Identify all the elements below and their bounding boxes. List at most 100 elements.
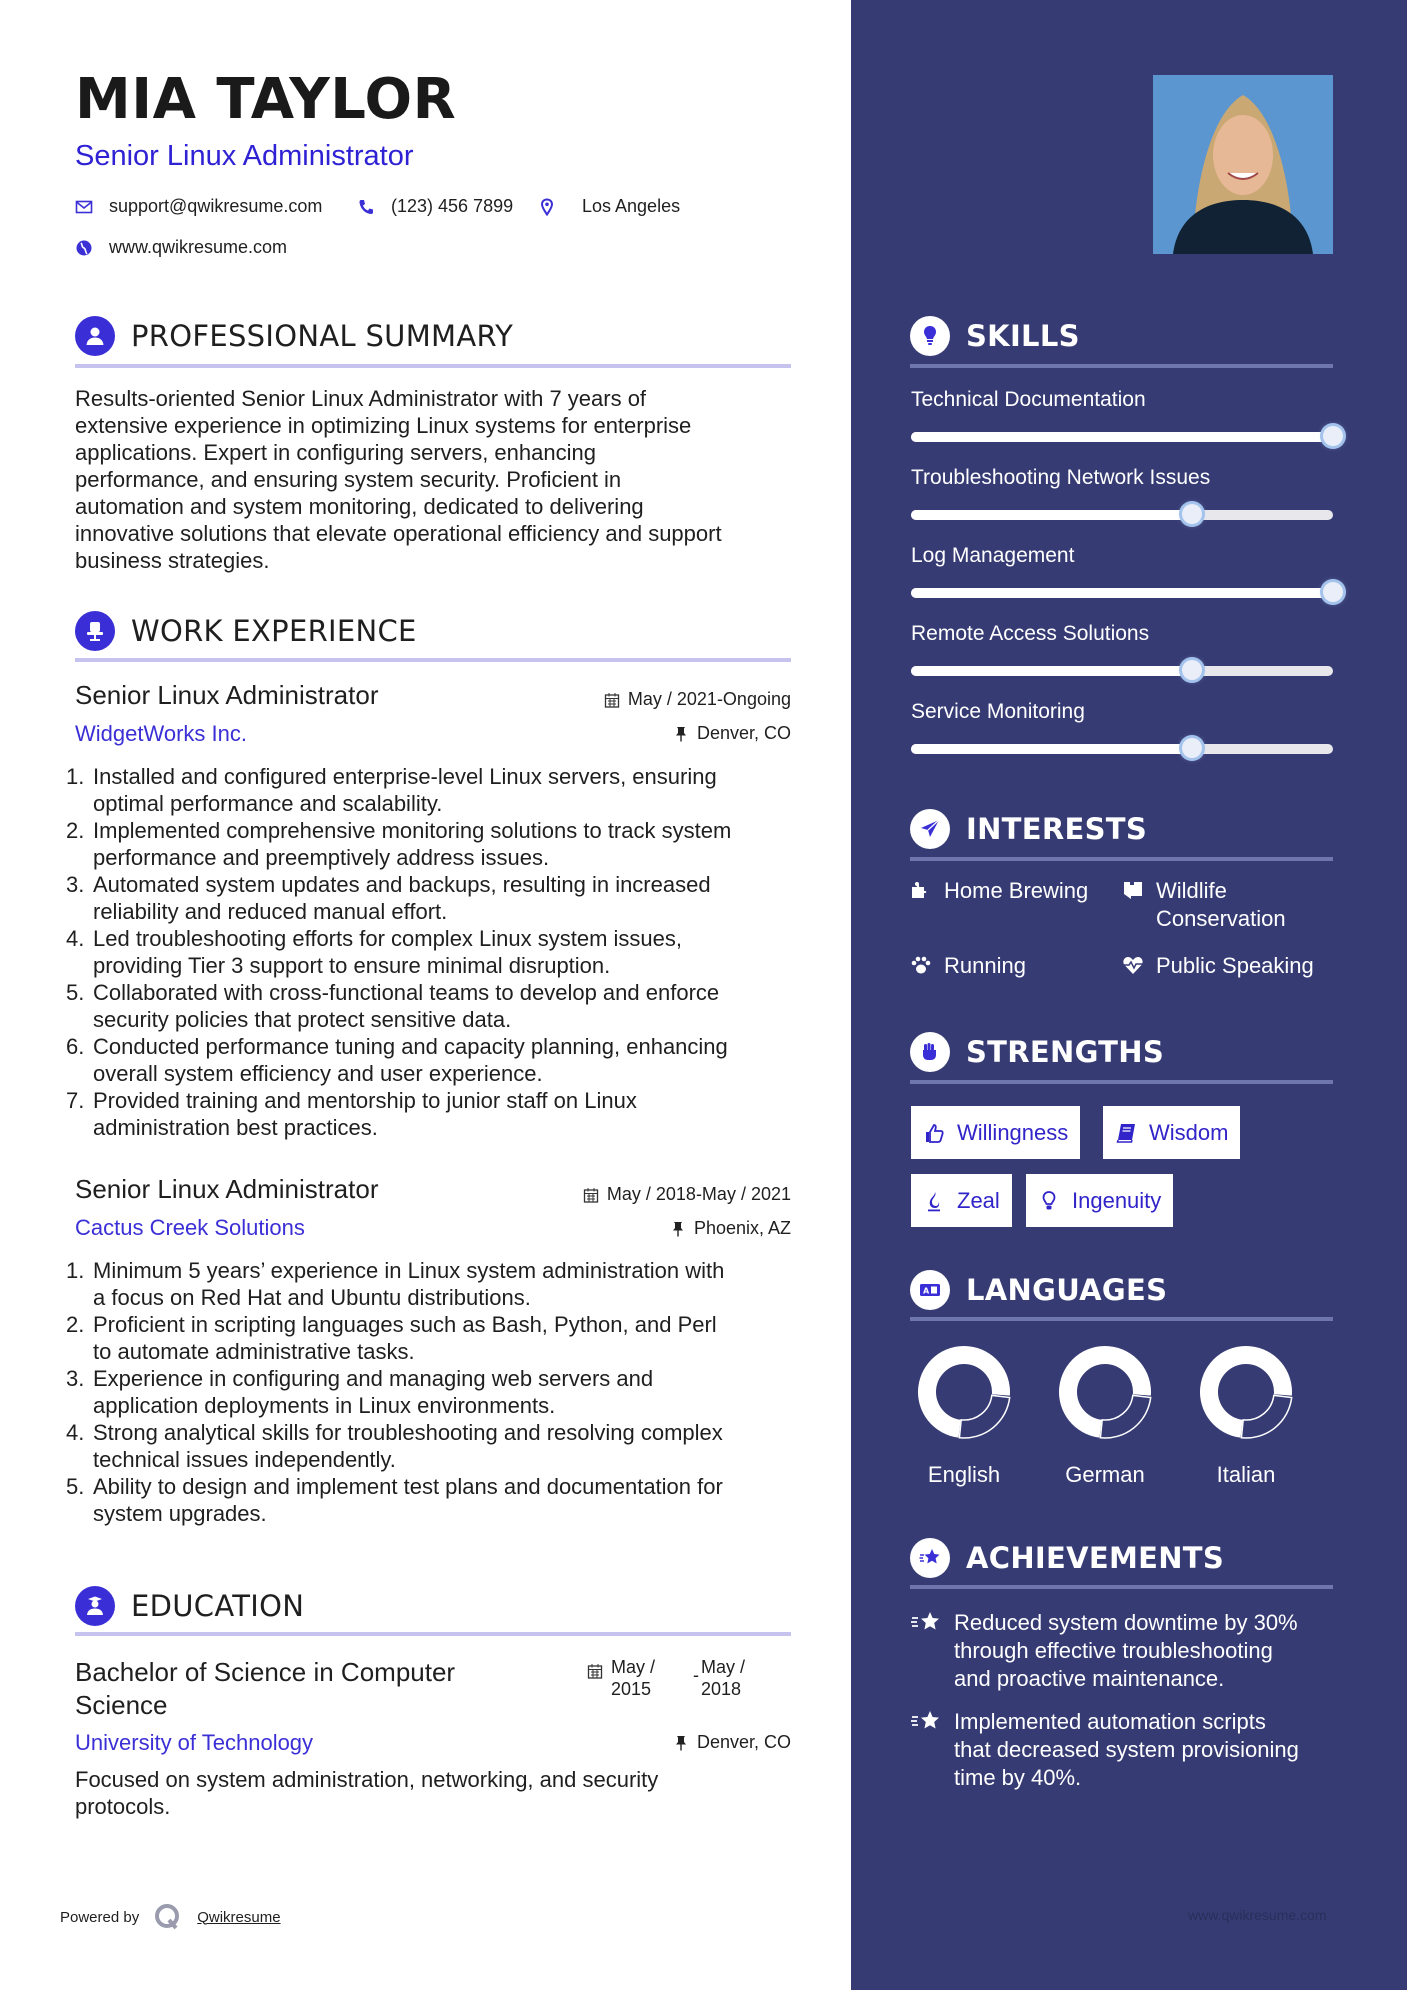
duty-item: 4. Led troubleshooting efforts for comple…	[66, 926, 683, 978]
job-dates: May / 2018-May / 2021	[583, 1184, 791, 1205]
duty-item: 4. Strong analytical skills for troublesh…	[66, 1420, 723, 1472]
language-donut	[1200, 1346, 1293, 1439]
slider-fill	[911, 588, 1333, 598]
fire-icon	[928, 1191, 940, 1211]
candidate-title: Senior Linux Administrator	[75, 140, 414, 172]
powered-by-text: Powered by	[60, 1908, 140, 1926]
job-duties-list: 1. Minimum 5 years’ experience in Linux s…	[66, 1257, 796, 1527]
email-text: support@qwikresume.com	[109, 196, 323, 216]
language-item: Italian	[1186, 1344, 1306, 1488]
book-icon	[1116, 1123, 1135, 1143]
paper-plane-icon	[910, 809, 950, 849]
skill-slider[interactable]	[911, 582, 1343, 602]
skill-label: Troubleshooting Network Issues	[911, 466, 1211, 489]
education-start: May /2015	[611, 1657, 656, 1699]
contact-phone[interactable]: (123) 456 7899	[357, 196, 513, 217]
job-duties-list: 1. Installed and configured enterprise-le…	[66, 763, 796, 1141]
section-title: PROFESSIONAL SUMMARY	[131, 319, 514, 353]
job-location-text: Denver, CO	[696, 723, 791, 743]
section-divider	[75, 364, 791, 368]
calendar-icon	[604, 692, 620, 708]
duty-item: 6. Conducted performance tuning and capac…	[66, 1034, 728, 1086]
interests-heading: INTERESTS	[910, 809, 1147, 849]
globe-icon	[75, 239, 93, 257]
section-title: STRENGTHS	[966, 1035, 1165, 1069]
lightbulb-icon	[910, 316, 950, 356]
education-dates: May /2015 - May /2018	[587, 1656, 783, 1700]
section-divider	[910, 1317, 1333, 1321]
paw-icon	[911, 956, 931, 974]
location-text: Los Angeles	[582, 196, 681, 216]
skills-heading: SKILLS	[910, 316, 1080, 356]
education-description: Focused on system administration, networ…	[75, 1767, 659, 1819]
pushpin-icon	[675, 726, 686, 741]
section-title: SKILLS	[966, 319, 1080, 353]
profile-photo	[1153, 75, 1333, 254]
section-divider	[910, 1080, 1333, 1084]
achievements-heading: ACHIEVEMENTS	[910, 1538, 1224, 1578]
duty-item: 1. Installed and configured enterprise-le…	[66, 764, 717, 816]
powered-by: Powered by Qwikresume	[60, 1902, 281, 1932]
education-heading: EDUCATION	[75, 1586, 304, 1626]
summary-line: Results-oriented Senior Linux Administra…	[75, 386, 647, 411]
language-donut	[918, 1346, 1011, 1439]
languages-heading: A LANGUAGES	[910, 1270, 1167, 1310]
strength-chip: Wisdom	[1103, 1106, 1241, 1159]
summary-text: Results-oriented Senior Linux Administra…	[75, 385, 791, 574]
job-location: Phoenix, AZ	[670, 1218, 791, 1239]
strength-chip: Zeal	[911, 1174, 1012, 1227]
contact-email[interactable]: support@qwikresume.com	[75, 196, 322, 217]
skill-slider[interactable]	[911, 738, 1333, 758]
job-location: Denver, CO	[673, 723, 791, 744]
skill-slider[interactable]	[911, 504, 1333, 524]
section-divider	[910, 857, 1333, 861]
job-title: Senior Linux Administrator	[75, 680, 379, 710]
achievement-item: Implemented automation scripts that decre…	[910, 1708, 1340, 1792]
star-icon	[911, 1612, 939, 1630]
section-title: WORK EXPERIENCE	[131, 614, 417, 648]
education-location: Denver, CO	[673, 1732, 791, 1753]
education-end: May /2018	[701, 1657, 746, 1699]
calendar-icon	[587, 1664, 603, 1679]
skill-slider[interactable]	[911, 426, 1343, 446]
slider-knob[interactable]	[1323, 426, 1343, 446]
experience-heading: WORK EXPERIENCE	[75, 611, 417, 651]
section-divider	[910, 1585, 1333, 1589]
user-icon	[75, 316, 115, 356]
map-icon	[1124, 882, 1142, 899]
summary-line: performance, and ensuring system securit…	[75, 467, 622, 492]
lightbulb-icon	[1042, 1190, 1056, 1209]
company-name: WidgetWorks Inc.	[75, 721, 247, 746]
language-name: Italian	[1216, 1462, 1276, 1487]
contact-website[interactable]: www.qwikresume.com	[75, 237, 287, 258]
language-name: English	[927, 1462, 1001, 1487]
interest-item: Public Speaking	[1122, 952, 1314, 980]
section-title: INTERESTS	[966, 812, 1148, 846]
section-divider	[75, 658, 791, 662]
slider-fill	[911, 744, 1193, 754]
graduate-icon	[75, 1586, 115, 1626]
qwikresume-link[interactable]: Qwikresume	[197, 1909, 280, 1926]
strength-chip: Willingness	[911, 1106, 1081, 1159]
section-divider	[910, 364, 1333, 368]
interest-item: Wildlife Conservation	[1122, 877, 1286, 933]
language-level-remaining	[1099, 1394, 1152, 1439]
summary-line: extensive experience in optimizing Linux…	[75, 413, 692, 438]
achievement-item: Reduced system downtime by 30% through ef…	[910, 1609, 1340, 1693]
school-name: University of Technology	[75, 1730, 314, 1755]
skill-slider[interactable]	[911, 660, 1333, 680]
summary-line: business strategies.	[75, 548, 270, 573]
office-chair-icon	[75, 611, 115, 651]
section-divider	[75, 1632, 791, 1636]
date-separator: -	[693, 1665, 699, 1685]
language-item: German	[1045, 1344, 1165, 1488]
section-title: LANGUAGES	[966, 1273, 1168, 1307]
slider-knob[interactable]	[1323, 582, 1343, 602]
language-donut	[1059, 1346, 1152, 1439]
footer-website[interactable]: www.qwikresume.com	[1188, 1907, 1326, 1923]
duty-item: 3. Experience in configuring and managing…	[66, 1366, 654, 1418]
qwikresume-logo-icon	[155, 1904, 180, 1930]
pushpin-icon	[672, 1221, 683, 1236]
duty-item: 7. Provided training and mentorship to ju…	[66, 1088, 637, 1140]
slider-fill	[911, 432, 1333, 442]
